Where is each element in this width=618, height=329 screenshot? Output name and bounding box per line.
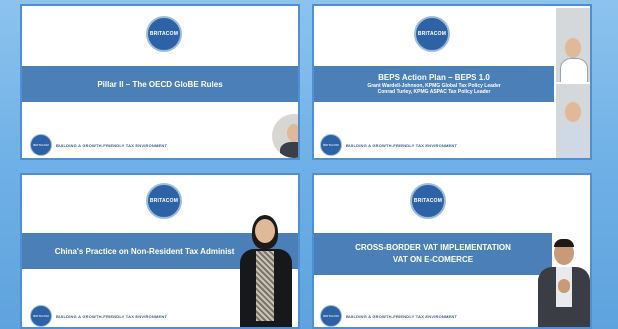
slide-title: China's Practice on Non-Resident Tax Adm… xyxy=(54,246,235,256)
presenter-hands xyxy=(558,279,570,293)
speaker-body xyxy=(560,124,586,158)
speaker-head xyxy=(287,124,298,142)
presenter-overlay xyxy=(234,215,298,327)
slide-title-line-1: CROSS-BORDER VAT IMPLEMENTATION xyxy=(355,243,511,252)
speaker-body xyxy=(280,142,298,158)
speaker-head xyxy=(565,102,581,122)
slide-title-band: Pillar II – The OECD GloBE Rules xyxy=(22,66,298,102)
slide-title: BEPS Action Plan – BEPS 1.0 xyxy=(378,73,490,82)
britacom-footer-logo: BRITACOM xyxy=(320,134,342,156)
slide-title-band: BEPS Action Plan – BEPS 1.0 Grant Wardel… xyxy=(314,66,554,102)
slide-title: Pillar II – The OECD GloBE Rules xyxy=(97,79,223,89)
speaker-video-circle[interactable] xyxy=(272,114,298,158)
britacom-logo: BRITACOM xyxy=(414,16,450,52)
britacom-footer-logo: BRITACOM xyxy=(30,305,52,327)
footer-slogan: BUILDING A GROWTH-FRIENDLY TAX ENVIRONME… xyxy=(56,143,168,148)
britacom-footer-logo: BRITACOM xyxy=(320,305,342,327)
britacom-footer-logo: BRITACOM xyxy=(30,134,52,156)
presentation-tile-vat-ecommerce[interactable]: BRITACOM CROSS-BORDER VAT IMPLEMENTATION… xyxy=(312,173,592,329)
britacom-logo: BRITACOM xyxy=(146,183,182,219)
presenter-blouse xyxy=(256,251,274,321)
slide-title-line-2: VAT ON E-COMERCE xyxy=(392,255,474,264)
britacom-logo: BRITACOM xyxy=(146,16,182,52)
footer-slogan: BUILDING A GROWTH-FRIENDLY TAX ENVIRONME… xyxy=(346,314,458,319)
footer-slogan: BUILDING A GROWTH-FRIENDLY TAX ENVIRONME… xyxy=(56,314,168,319)
slide-title-band: CROSS-BORDER VAT IMPLEMENTATION VAT ON E… xyxy=(314,233,552,275)
speaker-body xyxy=(560,58,588,82)
presentation-tile-pillar-ii[interactable]: BRITACOM Pillar II – The OECD GloBE Rule… xyxy=(20,4,300,160)
presenter-hair xyxy=(554,239,574,247)
presenter-overlay xyxy=(536,237,590,327)
britacom-logo: BRITACOM xyxy=(410,183,446,219)
presentation-tile-beps[interactable]: BRITACOM BEPS Action Plan – BEPS 1.0 Gra… xyxy=(312,4,592,160)
presenter-line-2: Conrad Turley, KPMG ASPAC Tax Policy Lea… xyxy=(377,89,491,95)
speaker-head xyxy=(565,38,581,58)
speaker-video-2[interactable] xyxy=(556,84,590,158)
speaker-video-1[interactable] xyxy=(556,8,590,82)
presentation-tile-china-practice[interactable]: BRITACOM China's Practice on Non-Residen… xyxy=(20,173,300,329)
presenter-head xyxy=(255,219,275,243)
footer-slogan: BUILDING A GROWTH-FRIENDLY TAX ENVIRONME… xyxy=(346,143,458,148)
